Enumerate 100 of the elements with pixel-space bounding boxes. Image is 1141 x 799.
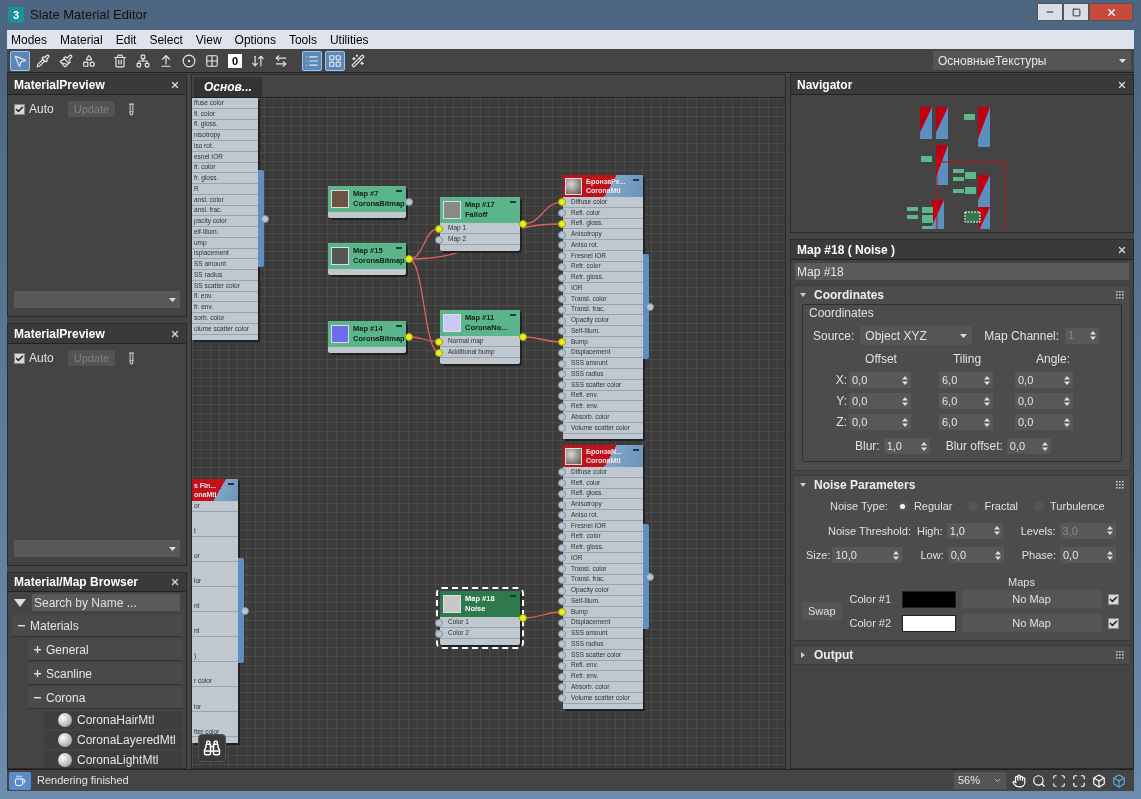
empty-socket[interactable] [558, 629, 566, 638]
spinner-arrows-icon[interactable] [984, 417, 990, 427]
plus-icon[interactable] [34, 670, 41, 677]
cube-icon[interactable] [1112, 773, 1126, 788]
zoom-region-icon[interactable] [1052, 773, 1066, 788]
menu-item[interactable]: View [195, 30, 222, 49]
checkbox[interactable] [14, 103, 25, 115]
name-field[interactable]: Map #18 [795, 263, 1129, 280]
empty-socket[interactable] [435, 629, 443, 638]
checkbox[interactable] [1107, 593, 1119, 605]
swap-button[interactable]: Swap [802, 602, 842, 620]
menu-item[interactable]: Tools [288, 30, 317, 49]
material-node[interactable] [192, 98, 258, 340]
empty-socket[interactable] [558, 241, 566, 250]
close-icon[interactable] [1117, 244, 1127, 255]
maximize-button[interactable] [1063, 3, 1089, 21]
empty-socket[interactable] [558, 543, 566, 552]
number-field[interactable]: 6,0 [939, 393, 993, 409]
spinner-arrows-icon[interactable] [893, 550, 900, 560]
minimize-button[interactable] [1037, 3, 1063, 21]
spinner-arrows-icon[interactable] [994, 550, 1001, 560]
rollout-title[interactable]: Noise Parameters [814, 476, 916, 494]
output-socket[interactable] [646, 572, 654, 581]
connected-socket[interactable] [435, 224, 443, 233]
checkbox[interactable] [14, 352, 25, 364]
output-handle[interactable] [238, 558, 244, 664]
source-dropdown[interactable]: Object XYZ [860, 326, 973, 345]
tree-item[interactable]: CoronaHairMtl [44, 711, 182, 729]
empty-socket[interactable] [558, 327, 566, 336]
binoculars-button[interactable] [198, 734, 226, 762]
color-swatch[interactable] [901, 614, 956, 632]
output-handle[interactable] [643, 524, 649, 630]
connected-socket[interactable] [405, 255, 413, 263]
number-field[interactable]: 0,0 [1006, 438, 1051, 454]
close-button[interactable] [1089, 3, 1133, 21]
close-icon[interactable] [170, 577, 180, 587]
empty-socket[interactable] [558, 468, 566, 477]
tool-button[interactable] [325, 50, 345, 71]
output-handle[interactable] [643, 254, 649, 360]
number-field[interactable]: 0,0 [1015, 414, 1073, 430]
tree-item[interactable]: Scanline [28, 663, 182, 685]
spinner-arrows-icon[interactable] [984, 396, 990, 406]
spinner-arrows-icon[interactable] [1106, 550, 1113, 560]
empty-socket[interactable] [558, 694, 566, 703]
spinner-arrows-icon[interactable] [902, 417, 908, 427]
number-field[interactable]: 0,0 [849, 393, 911, 409]
output-handle[interactable] [258, 170, 264, 268]
tree-item[interactable]: Materials [12, 615, 182, 637]
number-field[interactable]: 6,0 [939, 414, 993, 430]
empty-socket[interactable] [558, 359, 566, 368]
zoom-icon[interactable] [1032, 773, 1046, 788]
empty-socket[interactable] [558, 500, 566, 509]
output-socket[interactable] [241, 606, 249, 615]
connected-socket[interactable] [558, 219, 566, 228]
empty-socket[interactable] [558, 640, 566, 649]
connected-socket[interactable] [558, 608, 566, 617]
connected-socket[interactable] [558, 198, 566, 207]
empty-socket[interactable] [558, 672, 566, 681]
close-icon[interactable] [170, 79, 180, 90]
expand-arrow-icon[interactable] [800, 652, 806, 658]
connected-socket[interactable] [435, 337, 443, 346]
empty-socket[interactable] [558, 683, 566, 692]
empty-socket[interactable] [558, 413, 566, 422]
map-slot-button[interactable]: No Map [961, 614, 1102, 632]
menu-item[interactable]: Utilities [329, 30, 369, 49]
number-field[interactable]: 1,0 [946, 522, 1003, 539]
checkbox[interactable] [1107, 617, 1119, 629]
tree-item[interactable]: General [28, 639, 182, 661]
frame-icon[interactable] [1072, 773, 1086, 788]
plus-icon[interactable] [34, 646, 41, 653]
empty-socket[interactable] [558, 511, 566, 520]
tree-item[interactable]: CoronaLightMtl [44, 751, 182, 768]
number-field[interactable]: 0,0 [947, 547, 1004, 564]
output-socket[interactable] [261, 214, 269, 223]
connected-socket[interactable] [405, 333, 413, 341]
zoom-dropdown[interactable]: 56% [954, 772, 1006, 789]
caret-icon[interactable] [14, 598, 26, 607]
view-dropdown[interactable]: ОсновныеТекстуры [933, 51, 1131, 70]
rollout-title[interactable]: Output [814, 646, 854, 664]
number-field[interactable]: 0,0 [1059, 547, 1116, 564]
spinner-arrows-icon[interactable] [920, 441, 927, 451]
pan-icon[interactable] [1012, 773, 1026, 788]
empty-socket[interactable] [435, 618, 443, 627]
output-socket[interactable] [646, 302, 654, 311]
menu-item[interactable]: Modes [11, 30, 48, 49]
empty-socket[interactable] [558, 284, 566, 293]
menu-item[interactable]: Options [234, 30, 276, 49]
empty-socket[interactable] [558, 424, 566, 433]
spinner-arrows-icon[interactable] [1064, 375, 1070, 385]
color-swatch[interactable] [901, 590, 956, 608]
empty-socket[interactable] [558, 554, 566, 563]
number-field[interactable]: 10,0 [832, 547, 903, 564]
view-tab[interactable]: Основ... [194, 77, 262, 97]
number-field[interactable]: 6,0 [939, 372, 993, 388]
empty-socket[interactable] [558, 230, 566, 239]
menu-item[interactable]: Material [60, 30, 103, 49]
connected-socket[interactable] [519, 614, 527, 622]
empty-socket[interactable] [558, 370, 566, 379]
empty-socket[interactable] [558, 316, 566, 325]
collapse-arrow-icon[interactable] [800, 292, 806, 298]
